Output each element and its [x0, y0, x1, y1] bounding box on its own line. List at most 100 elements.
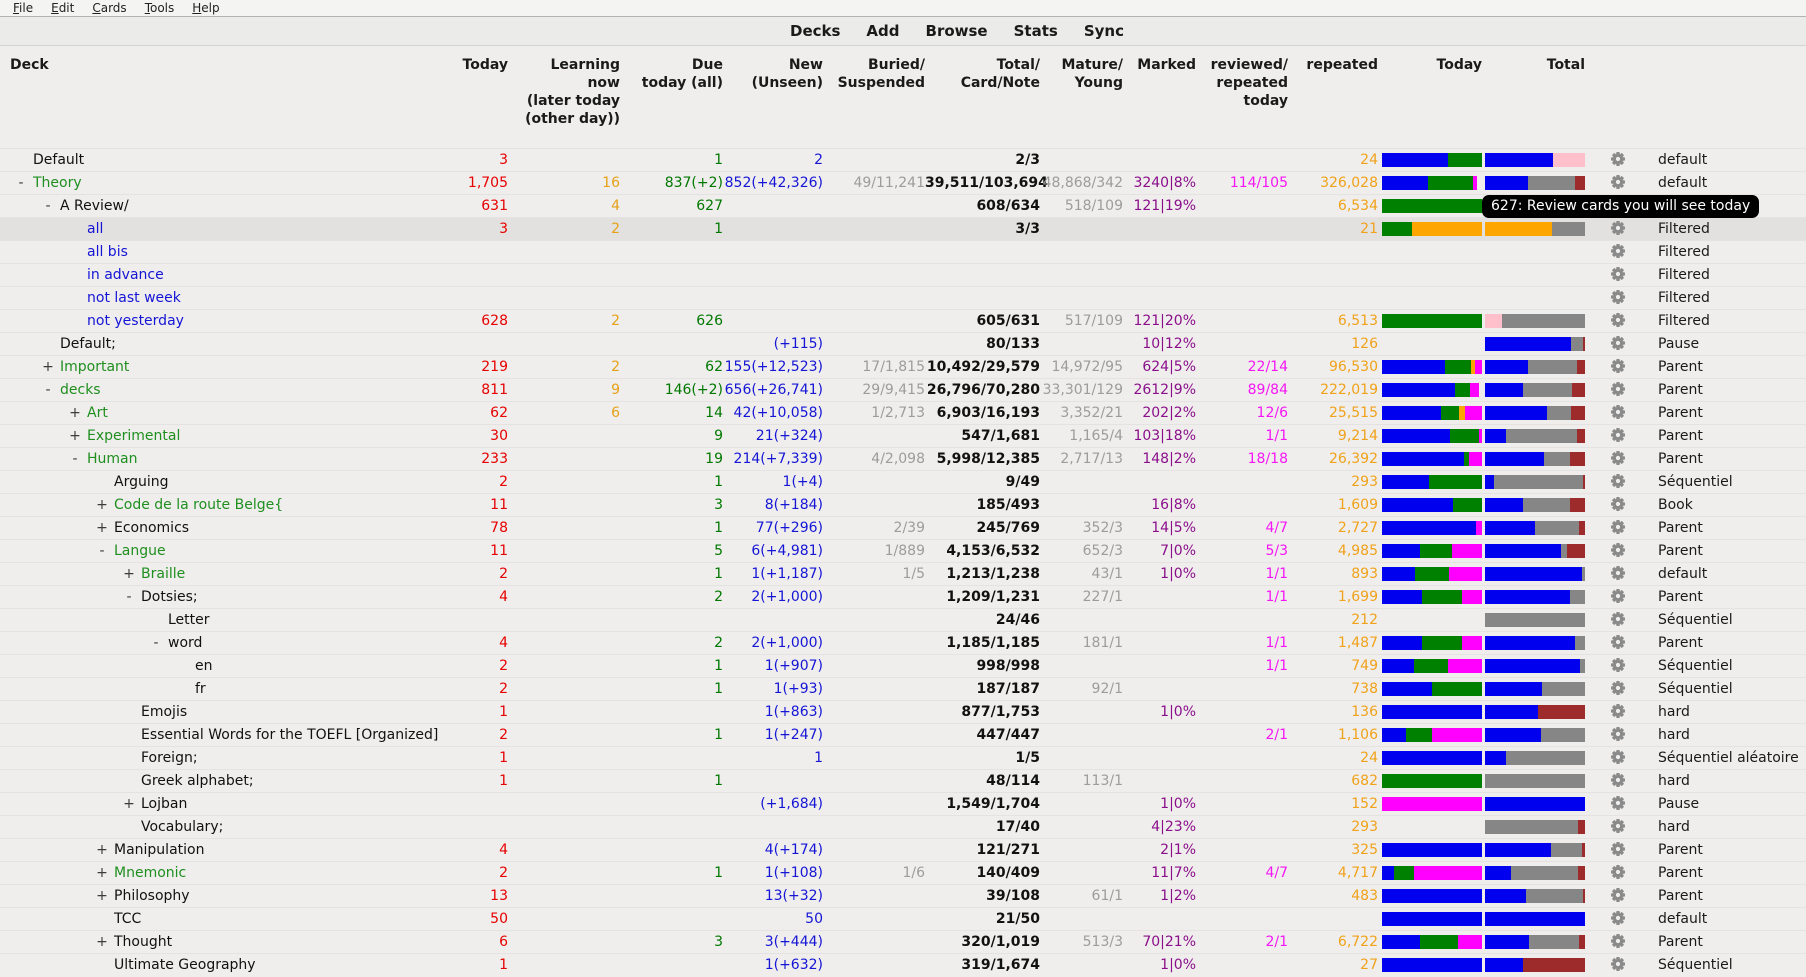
deck-row-letter[interactable]: Letter24/46212Séquentiel [0, 608, 1806, 631]
expand-icon[interactable]: + [95, 494, 109, 516]
deck-row-not-yesterday[interactable]: not yesterday6282626605/631517/109121|20… [0, 309, 1806, 332]
deck-name[interactable]: Essential Words for the TOEFL [Organized… [0, 724, 438, 746]
deck-name[interactable]: Experimental [0, 425, 180, 447]
deck-row-mnemonic[interactable]: +Mnemonic211(+108)1/6140/40911|7%4/74,71… [0, 861, 1806, 884]
deck-name[interactable]: Braille [0, 563, 185, 585]
deck-row-not-last-week[interactable]: not last weekFiltered [0, 286, 1806, 309]
deck-name[interactable]: Emojis [0, 701, 187, 723]
expand-icon[interactable]: + [95, 931, 109, 953]
deck-name[interactable]: Langue [0, 540, 166, 562]
deck-row-greek-alphabet[interactable]: Greek alphabet;1148/114113/1682hard [0, 769, 1806, 792]
deck-row-decks[interactable]: -decks8119146(+2)656(+26,741)29/9,41526,… [0, 378, 1806, 401]
deck-row-arguing[interactable]: Arguing211(+4)9/49293Séquentiel [0, 470, 1806, 493]
deck-options-gear[interactable] [1610, 888, 1626, 904]
deck-row-langue[interactable]: -Langue1156(+4,981)1/8894,153/6,532652/3… [0, 539, 1806, 562]
deck-row-code-de-la-route-belge[interactable]: +Code de la route Belge{1138(+184)185/49… [0, 493, 1806, 516]
deck-name[interactable]: Dotsies; [0, 586, 198, 608]
deck-options-gear[interactable] [1610, 957, 1626, 973]
nav-sync[interactable]: Sync [1084, 22, 1124, 40]
deck-row-ultimate-geography[interactable]: Ultimate Geography11(+632)319/1,6741|0%2… [0, 953, 1806, 976]
deck-name[interactable]: TCC [0, 908, 141, 930]
deck-row-essential-words-for-the-toefl-organized[interactable]: Essential Words for the TOEFL [Organized… [0, 723, 1806, 746]
deck-name[interactable]: Code de la route Belge{ [0, 494, 283, 516]
deck-options-gear[interactable] [1610, 681, 1626, 697]
expand-icon[interactable]: + [95, 839, 109, 861]
deck-row-word[interactable]: -word422(+1,000)1,185/1,185181/11/11,487… [0, 631, 1806, 654]
deck-options-gear[interactable] [1610, 382, 1626, 398]
deck-row-lojban[interactable]: +Lojban(+1,684)1,549/1,7041|0%152Pause [0, 792, 1806, 815]
deck-row-default[interactable]: Default3122/324default [0, 148, 1806, 171]
deck-row-foreign[interactable]: Foreign;111/524Séquentiel aléatoire [0, 746, 1806, 769]
deck-options-gear[interactable] [1610, 520, 1626, 536]
deck-name[interactable]: all [0, 218, 103, 240]
deck-name[interactable]: Default [0, 149, 84, 171]
collapse-icon[interactable]: - [149, 632, 163, 654]
deck-name[interactable]: Mnemonic [0, 862, 186, 884]
deck-row-default[interactable]: Default;(+115)80/13310|12%126Pause [0, 332, 1806, 355]
deck-name[interactable]: Lojban [0, 793, 187, 815]
deck-name[interactable]: Letter [0, 609, 210, 631]
deck-row-experimental[interactable]: +Experimental30921(+324)547/1,6811,165/4… [0, 424, 1806, 447]
deck-row-en[interactable]: en211(+907)998/9981/1749Séquentiel [0, 654, 1806, 677]
deck-name[interactable]: not yesterday [0, 310, 184, 332]
deck-name[interactable]: Vocabulary; [0, 816, 223, 838]
menu-help[interactable]: Help [183, 1, 228, 15]
deck-name[interactable]: Art [0, 402, 108, 424]
deck-options-gear[interactable] [1610, 566, 1626, 582]
expand-icon[interactable]: + [68, 425, 82, 447]
deck-row-thought[interactable]: +Thought633(+444)320/1,019513/370|21%2/1… [0, 930, 1806, 953]
deck-row-theory[interactable]: -Theory1,70516837(+2)852(+42,326)49/11,2… [0, 171, 1806, 194]
deck-options-gear[interactable] [1610, 865, 1626, 881]
deck-name[interactable]: all bis [0, 241, 128, 263]
deck-options-gear[interactable] [1610, 244, 1626, 260]
deck-options-gear[interactable] [1610, 704, 1626, 720]
nav-decks[interactable]: Decks [790, 22, 840, 40]
deck-name[interactable]: not last week [0, 287, 181, 309]
menu-file[interactable]: File [4, 1, 42, 15]
deck-name[interactable]: Thought [0, 931, 172, 953]
deck-options-gear[interactable] [1610, 934, 1626, 950]
menu-tools[interactable]: Tools [136, 1, 184, 15]
deck-options-gear[interactable] [1610, 819, 1626, 835]
deck-options-gear[interactable] [1610, 911, 1626, 927]
deck-row-vocabulary[interactable]: Vocabulary;17/404|23%293hard [0, 815, 1806, 838]
deck-options-gear[interactable] [1610, 750, 1626, 766]
deck-options-gear[interactable] [1610, 451, 1626, 467]
nav-stats[interactable]: Stats [1014, 22, 1058, 40]
deck-row-dotsies[interactable]: -Dotsies;422(+1,000)1,209/1,231227/11/11… [0, 585, 1806, 608]
deck-row-art[interactable]: +Art6261442(+10,058)1/2,7136,903/16,1933… [0, 401, 1806, 424]
deck-row-all-bis[interactable]: all bisFiltered [0, 240, 1806, 263]
deck-options-gear[interactable] [1610, 221, 1626, 237]
menu-edit[interactable]: Edit [42, 1, 83, 15]
deck-options-gear[interactable] [1610, 842, 1626, 858]
expand-icon[interactable]: + [122, 793, 136, 815]
deck-name[interactable]: Important [0, 356, 129, 378]
expand-icon[interactable]: + [41, 356, 55, 378]
deck-name[interactable]: en [0, 655, 213, 677]
deck-row-in-advance[interactable]: in advanceFiltered [0, 263, 1806, 286]
collapse-icon[interactable]: - [41, 379, 55, 401]
collapse-icon[interactable]: - [41, 195, 55, 217]
deck-options-gear[interactable] [1610, 290, 1626, 306]
deck-options-gear[interactable] [1610, 267, 1626, 283]
menu-cards[interactable]: Cards [83, 1, 135, 15]
deck-name[interactable]: A Review/ [0, 195, 129, 217]
collapse-icon[interactable]: - [68, 448, 82, 470]
deck-row-important[interactable]: +Important219262155(+12,523)17/1,81510,4… [0, 355, 1806, 378]
nav-add[interactable]: Add [866, 22, 899, 40]
deck-row-all[interactable]: all3213/321Filtered [0, 217, 1806, 240]
deck-options-gear[interactable] [1610, 543, 1626, 559]
deck-name[interactable]: Theory [0, 172, 82, 194]
deck-options-gear[interactable] [1610, 796, 1626, 812]
deck-row-fr[interactable]: fr211(+93)187/18792/1738Séquentiel [0, 677, 1806, 700]
deck-options-gear[interactable] [1610, 635, 1626, 651]
deck-row-emojis[interactable]: Emojis11(+863)877/1,7531|0%136hard [0, 700, 1806, 723]
deck-options-gear[interactable] [1610, 175, 1626, 191]
deck-options-gear[interactable] [1610, 405, 1626, 421]
expand-icon[interactable]: + [68, 402, 82, 424]
deck-options-gear[interactable] [1610, 428, 1626, 444]
deck-name[interactable]: Arguing [0, 471, 169, 493]
deck-name[interactable]: Ultimate Geography [0, 954, 256, 976]
deck-row-tcc[interactable]: TCC505021/50default [0, 907, 1806, 930]
deck-name[interactable]: fr [0, 678, 206, 700]
